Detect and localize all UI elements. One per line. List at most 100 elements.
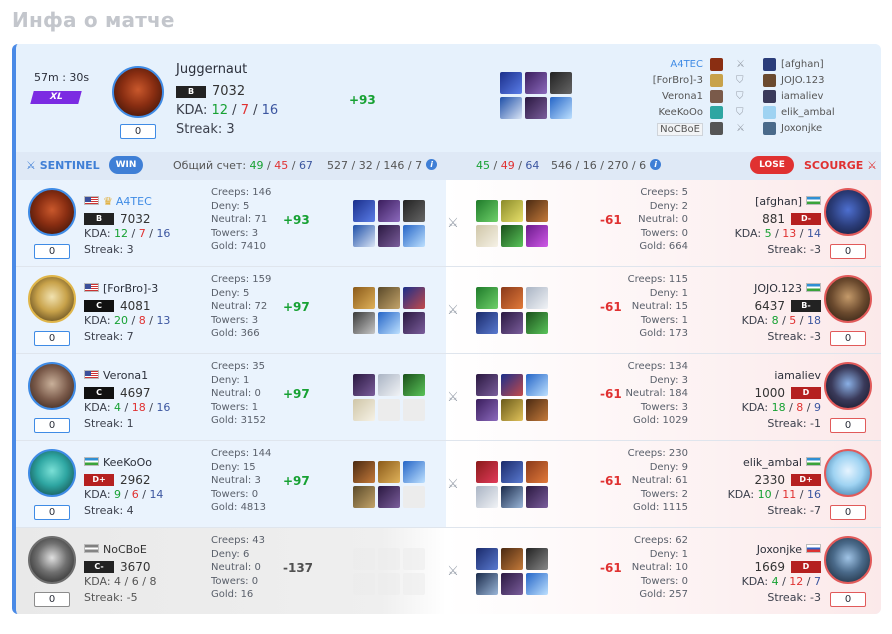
empty-item-slot xyxy=(378,548,400,570)
hero-avatar[interactable] xyxy=(28,536,76,584)
item-icon[interactable] xyxy=(353,200,375,222)
item-icon[interactable] xyxy=(476,399,498,421)
streak: Streak: -3 xyxy=(767,591,821,604)
player-name[interactable]: Verona1 xyxy=(103,369,148,382)
item-icon[interactable] xyxy=(353,486,375,508)
item-icon[interactable] xyxy=(353,461,375,483)
item-icon[interactable] xyxy=(500,97,522,119)
item-icon[interactable] xyxy=(476,225,498,247)
item-icon[interactable] xyxy=(526,312,548,334)
player-name[interactable]: JOJO.123 xyxy=(754,282,802,295)
roster-right-name[interactable]: [afghan] xyxy=(781,59,824,70)
player-name[interactable]: elik_ambal xyxy=(743,456,802,469)
item-icon[interactable] xyxy=(501,573,523,595)
item-icon[interactable] xyxy=(403,374,425,396)
item-icon[interactable] xyxy=(501,374,523,396)
item-icon[interactable] xyxy=(403,312,425,334)
player-name[interactable]: KeeKoOo xyxy=(103,456,152,469)
empty-item-slot xyxy=(353,548,375,570)
item-icon[interactable] xyxy=(526,486,548,508)
hero-avatar[interactable] xyxy=(824,188,872,236)
hero-avatar[interactable] xyxy=(824,275,872,323)
hero-avatar[interactable] xyxy=(28,362,76,410)
hero-avatar[interactable] xyxy=(824,449,872,497)
item-icon[interactable] xyxy=(476,374,498,396)
item-icon[interactable] xyxy=(476,548,498,570)
roster-left-name[interactable]: A4TEC xyxy=(670,59,703,70)
roster-left-name[interactable]: KeeKoOo xyxy=(658,107,703,118)
hero-avatar[interactable] xyxy=(824,536,872,584)
win-badge: WIN xyxy=(109,156,143,174)
item-icon[interactable] xyxy=(526,200,548,222)
item-icon[interactable] xyxy=(378,312,400,334)
info-icon[interactable]: i xyxy=(426,159,438,170)
streak-box: 0 xyxy=(34,592,70,607)
player-name[interactable]: [afghan] xyxy=(755,195,802,208)
item-icon[interactable] xyxy=(403,200,425,222)
item-icon[interactable] xyxy=(353,287,375,309)
summary-rank-row: B 7032 xyxy=(176,81,245,100)
item-icon[interactable] xyxy=(501,225,523,247)
item-icon[interactable] xyxy=(476,287,498,309)
item-icon[interactable] xyxy=(403,287,425,309)
item-icon[interactable] xyxy=(378,374,400,396)
item-icon[interactable] xyxy=(501,312,523,334)
hero-avatar[interactable] xyxy=(824,362,872,410)
player-name[interactable]: Joxonjke xyxy=(757,543,802,556)
streak-box: 0 xyxy=(830,418,866,433)
roster-left-name[interactable]: Verona1 xyxy=(662,91,703,102)
roster-right-name[interactable]: Joxonjke xyxy=(781,123,822,134)
hero-avatar-juggernaut[interactable] xyxy=(28,188,76,236)
item-icon[interactable] xyxy=(526,374,548,396)
item-icon[interactable] xyxy=(501,486,523,508)
item-icon[interactable] xyxy=(526,225,548,247)
item-icon[interactable] xyxy=(403,461,425,483)
item-icon[interactable] xyxy=(501,461,523,483)
item-icon[interactable] xyxy=(378,486,400,508)
item-icon[interactable] xyxy=(501,548,523,570)
item-icon[interactable] xyxy=(476,573,498,595)
hero-avatar[interactable] xyxy=(28,275,76,323)
roster-right-name[interactable]: elik_ambal xyxy=(781,107,835,118)
item-icon[interactable] xyxy=(501,200,523,222)
player-name[interactable]: NoCBoE xyxy=(103,543,147,556)
info-icon[interactable]: i xyxy=(650,159,662,170)
item-icon[interactable] xyxy=(353,225,375,247)
item-icon[interactable] xyxy=(501,287,523,309)
item-icon[interactable] xyxy=(550,97,572,119)
roster-right-name[interactable]: iamaliev xyxy=(781,91,823,102)
item-icon[interactable] xyxy=(476,312,498,334)
item-icon[interactable] xyxy=(526,573,548,595)
item-icon[interactable] xyxy=(353,374,375,396)
roster-left-name[interactable]: [ForBro]-3 xyxy=(653,75,703,86)
roster-right-name[interactable]: JOJO.123 xyxy=(781,75,825,86)
hero-avatar[interactable] xyxy=(28,449,76,497)
hero-avatar-juggernaut[interactable] xyxy=(112,66,164,118)
item-icon[interactable] xyxy=(476,461,498,483)
item-icon[interactable] xyxy=(476,200,498,222)
item-icon[interactable] xyxy=(550,72,572,94)
item-icon[interactable] xyxy=(476,486,498,508)
item-icon[interactable] xyxy=(525,97,547,119)
item-icon[interactable] xyxy=(500,72,522,94)
player-name[interactable]: iamaliev xyxy=(774,369,821,382)
player-name[interactable]: A4TEC xyxy=(116,195,152,208)
item-icon[interactable] xyxy=(353,399,375,421)
item-icon[interactable] xyxy=(378,225,400,247)
player-name[interactable]: [ForBro]-3 xyxy=(103,282,158,295)
item-icon[interactable] xyxy=(353,312,375,334)
item-icon[interactable] xyxy=(525,72,547,94)
item-icon[interactable] xyxy=(403,225,425,247)
item-icon[interactable] xyxy=(526,399,548,421)
item-icon[interactable] xyxy=(378,461,400,483)
item-icon[interactable] xyxy=(501,399,523,421)
hero-avatar-small xyxy=(763,74,776,87)
item-icon[interactable] xyxy=(526,548,548,570)
item-icon[interactable] xyxy=(526,461,548,483)
item-icon[interactable] xyxy=(378,200,400,222)
item-icon[interactable] xyxy=(526,287,548,309)
item-icon[interactable] xyxy=(378,287,400,309)
left-items xyxy=(353,461,425,508)
player-stats: Creeps: 115 Deny: 1 Neutral: 15 Towers: … xyxy=(627,274,688,339)
roster-left-name[interactable]: NoCBoE xyxy=(657,123,703,136)
